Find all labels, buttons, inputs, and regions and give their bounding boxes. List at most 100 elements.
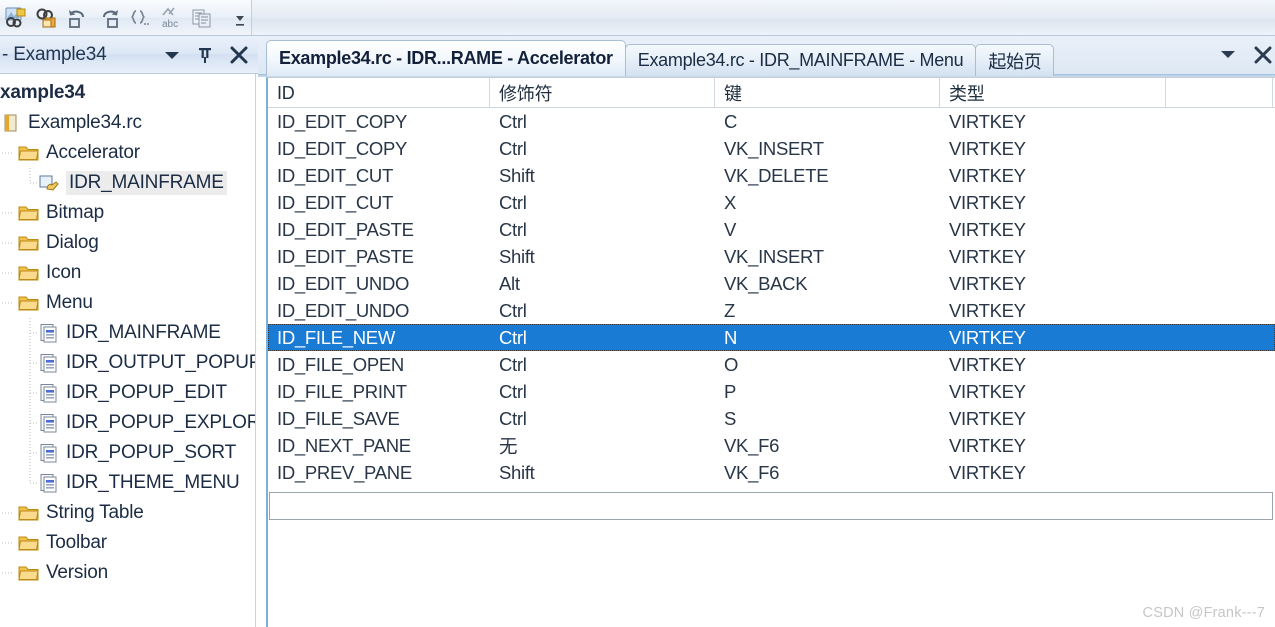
tree-item-label: Accelerator (46, 142, 140, 163)
grid-cell-modifier: 无 (499, 435, 518, 457)
find-next-icon[interactable] (31, 3, 62, 33)
tree-item-label: xample34 (0, 82, 86, 103)
grid-row[interactable]: ID_EDIT_UNDO Ctrl Z VIRTKEY (268, 297, 1275, 324)
grid-cell-modifier: Ctrl (499, 218, 527, 240)
grid-cell-modifier: Ctrl (499, 326, 527, 348)
folder-icon (18, 233, 40, 253)
grid-body[interactable]: ID_EDIT_COPY Ctrl C VIRTKEY ID_EDIT_COPY Ctrl… (268, 108, 1275, 486)
tree-item-idr-popup-explore[interactable]: IDR_POPUP_EXPLORE (0, 408, 255, 438)
code-braces-icon[interactable] (124, 3, 155, 33)
tree-item-idr-popup-sort[interactable]: IDR_POPUP_SORT (0, 438, 255, 468)
grid-cell-key: VK_INSERT (724, 137, 824, 159)
grid-cell-type: VIRTKEY (949, 461, 1026, 483)
grid-row[interactable]: ID_FILE_PRINT Ctrl P VIRTKEY (268, 378, 1275, 405)
grid-row[interactable]: ID_PREV_PANE Shift VK_F6 VIRTKEY (268, 459, 1275, 486)
grid-cell-id: ID_EDIT_COPY (277, 137, 408, 159)
tree-connector (22, 468, 38, 498)
menu-res-icon (38, 323, 60, 343)
tab-3[interactable]: 起始页 (975, 44, 1055, 76)
tab-close-icon[interactable] (1251, 43, 1273, 70)
tree-item-label: IDR_OUTPUT_POPUP (66, 352, 256, 373)
grid-row[interactable]: ID_FILE_OPEN Ctrl O VIRTKEY (268, 351, 1275, 378)
tree-item-idr-popup-edit[interactable]: IDR_POPUP_EDIT (0, 378, 255, 408)
tree-connector (22, 438, 38, 468)
spell-check-icon[interactable]: abc (155, 3, 186, 33)
grid-cell-id: ID_FILE_NEW (277, 326, 396, 348)
undo-icon[interactable] (62, 3, 93, 33)
grid-column-header[interactable] (1166, 78, 1273, 108)
copy-icon[interactable] (186, 3, 217, 33)
grid-row[interactable]: ID_EDIT_COPY Ctrl C VIRTKEY (268, 108, 1275, 135)
grid-row[interactable]: ID_FILE_SAVE Ctrl S VIRTKEY (268, 405, 1275, 432)
tree-item-menu[interactable]: Menu (0, 288, 255, 318)
panel-title-buttons (162, 36, 250, 74)
panel-title: - Example34 (2, 43, 107, 65)
grid-cell-id: ID_EDIT_COPY (277, 110, 408, 132)
solution-explorer-panel: - Example34 xample34 Example34.rc Accelera… (0, 36, 258, 627)
tab-2[interactable]: Example34.rc - IDR_MAINFRAME - Menu (624, 44, 977, 76)
tree-item-version[interactable]: Version (0, 558, 255, 588)
close-icon[interactable] (228, 44, 250, 66)
menu-res-icon (38, 413, 60, 433)
grid-cell-modifier: Ctrl (499, 353, 527, 375)
tree-item-dialog[interactable]: Dialog (0, 228, 255, 258)
redo-icon[interactable] (93, 3, 124, 33)
grid-cell-id: ID_EDIT_CUT (277, 191, 393, 213)
tab-label: 起始页 (988, 51, 1042, 72)
grid-cell-id: ID_EDIT_PASTE (277, 245, 414, 267)
tree-item-xample34[interactable]: xample34 (0, 78, 255, 108)
tab-list-dropdown-icon[interactable] (1217, 43, 1239, 70)
top-toolbar: abc (0, 0, 1275, 36)
panel-titlebar: - Example34 (0, 36, 258, 74)
tree-item-toolbar[interactable]: Toolbar (0, 528, 255, 558)
grid-column-header[interactable]: 键 (715, 78, 940, 108)
tree-item-label: IDR_POPUP_SORT (66, 442, 237, 463)
tree-item-idr-theme-menu[interactable]: IDR_THEME_MENU (0, 468, 255, 498)
tree-connector (2, 558, 18, 588)
grid-row[interactable]: ID_EDIT_COPY Ctrl VK_INSERT VIRTKEY (268, 135, 1275, 162)
grid-column-header-label: 类型 (949, 84, 985, 104)
grid-new-entry-row[interactable] (269, 492, 1273, 520)
tree-item-label: Version (46, 562, 108, 583)
tree-item-example34-rc[interactable]: Example34.rc (0, 108, 255, 138)
find-in-files-icon[interactable] (0, 3, 31, 33)
grid-row[interactable]: ID_NEXT_PANE 无 VK_F6 VIRTKEY (268, 432, 1275, 459)
tree-item-label: Icon (46, 262, 82, 283)
grid-header-row: ID 修饰符 键 类型 (268, 78, 1275, 108)
grid-column-header[interactable]: 修饰符 (490, 78, 715, 108)
grid-row[interactable]: ID_EDIT_PASTE Shift VK_INSERT VIRTKEY (268, 243, 1275, 270)
grid-row[interactable]: ID_FILE_NEW Ctrl N VIRTKEY (268, 324, 1275, 351)
folder-icon (18, 143, 40, 163)
tab-1[interactable]: Example34.rc - IDR...RAME - Accelerator (266, 40, 626, 76)
tree-item-idr-output-popup[interactable]: IDR_OUTPUT_POPUP (0, 348, 255, 378)
tree-item-accelerator[interactable]: Accelerator (0, 138, 255, 168)
tree-item-idr-mainframe[interactable]: IDR_MAINFRAME (0, 318, 255, 348)
tree-connector (22, 318, 38, 348)
grid-cell-key: O (724, 353, 739, 375)
grid-row[interactable]: ID_EDIT_CUT Ctrl X VIRTKEY (268, 189, 1275, 216)
grid-cell-id: ID_EDIT_UNDO (277, 272, 410, 294)
grid-row[interactable]: ID_EDIT_CUT Shift VK_DELETE VIRTKEY (268, 162, 1275, 189)
grid-column-header[interactable]: ID (268, 78, 490, 108)
tree-connector (2, 138, 18, 168)
toolbar-overflow-button[interactable] (233, 6, 247, 30)
grid-cell-key: VK_F6 (724, 434, 780, 456)
grid-cell-modifier: Ctrl (499, 407, 527, 429)
tree-item-string-table[interactable]: String Table (0, 498, 255, 528)
grid-cell-modifier: Alt (499, 272, 520, 294)
grid-cell-modifier: Shift (499, 461, 535, 483)
grid-cell-key: VK_BACK (724, 272, 808, 294)
grid-row[interactable]: ID_EDIT_UNDO Alt VK_BACK VIRTKEY (268, 270, 1275, 297)
grid-column-header[interactable]: 类型 (940, 78, 1166, 108)
tree-connector (2, 198, 18, 228)
tree-item-bitmap[interactable]: Bitmap (0, 198, 255, 228)
grid-row[interactable]: ID_EDIT_PASTE Ctrl V VIRTKEY (268, 216, 1275, 243)
pin-icon[interactable] (196, 45, 214, 65)
tree-item-label: IDR_MAINFRAME (66, 171, 227, 195)
panel-dropdown-icon[interactable] (162, 45, 182, 65)
grid-cell-key: P (724, 380, 737, 402)
resource-tree[interactable]: xample34 Example34.rc Accelerator IDR_MAINF… (0, 74, 256, 627)
tree-item-icon[interactable]: Icon (0, 258, 255, 288)
tree-item-idr-mainframe[interactable]: IDR_MAINFRAME (0, 168, 255, 198)
accelerator-grid[interactable]: ID 修饰符键类型 ID_EDIT_COPY Ctrl C VIRTKEY ID_EDIT… (266, 77, 1275, 627)
